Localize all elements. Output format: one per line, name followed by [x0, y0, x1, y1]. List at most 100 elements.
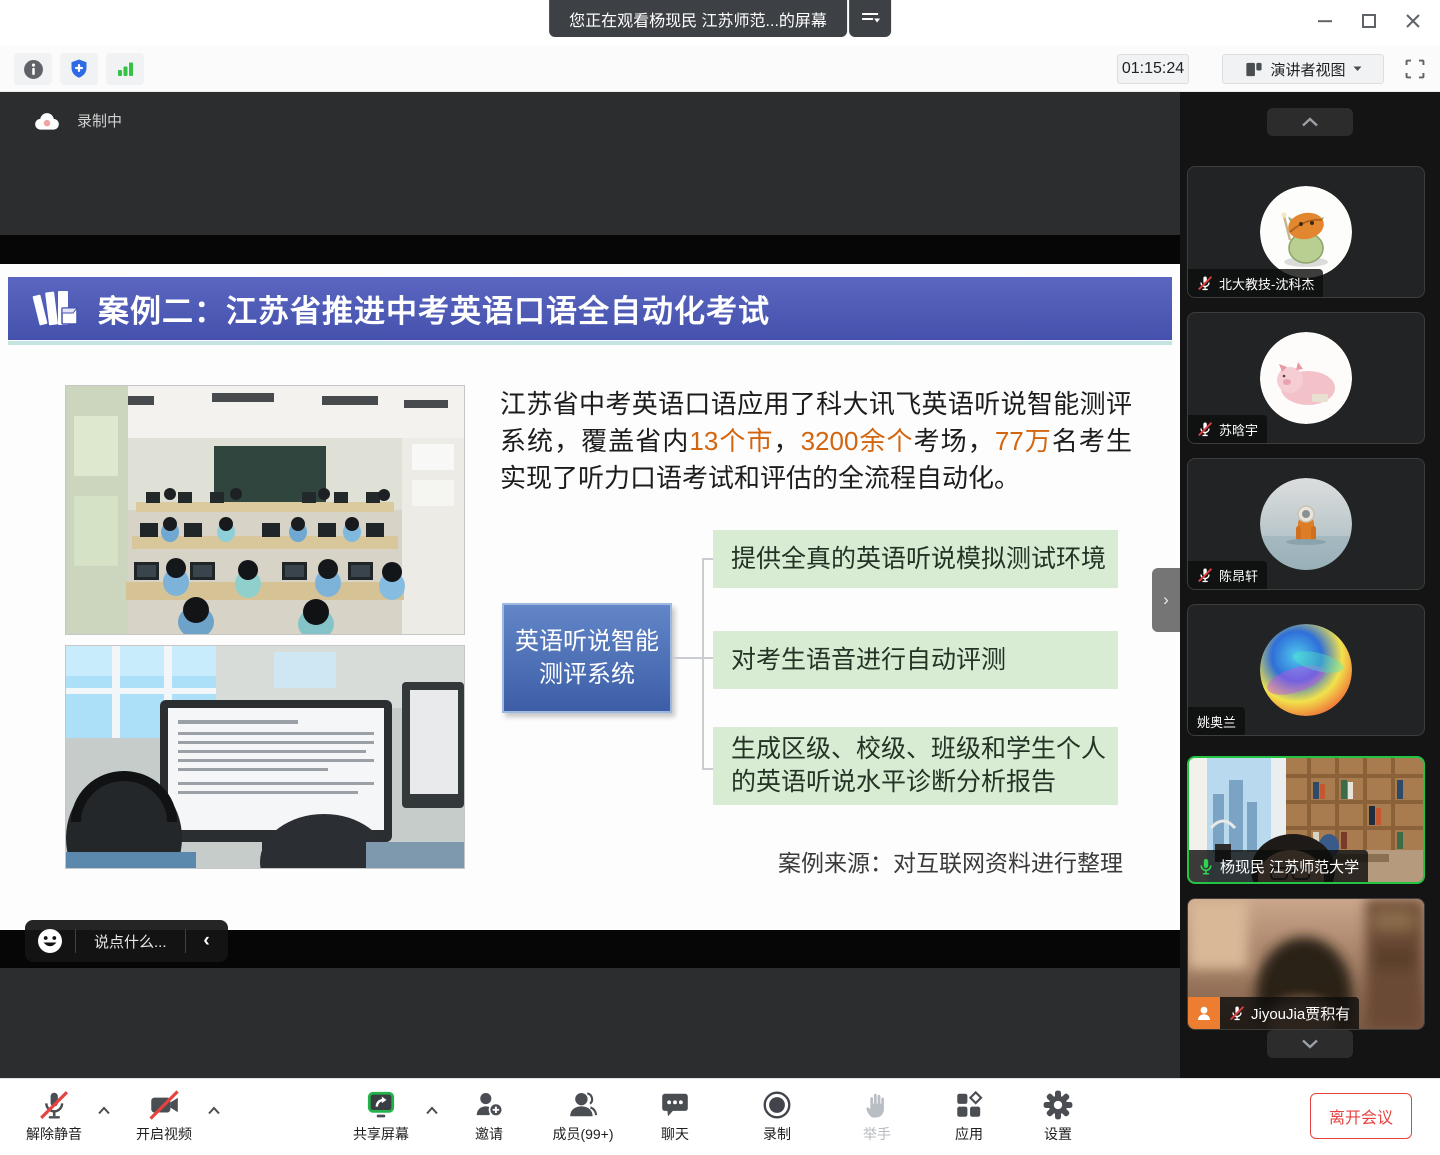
hamburger-caret-icon: [860, 11, 880, 27]
start-video-button[interactable]: 开启视频: [122, 1087, 206, 1144]
mic-muted-icon: [1197, 275, 1213, 291]
meeting-timer: 01:15:24: [1117, 54, 1189, 84]
leave-meeting-button[interactable]: 离开会议: [1310, 1093, 1412, 1139]
raise-hand-button[interactable]: 举手: [835, 1087, 919, 1144]
classroom-photo-2: [65, 645, 465, 869]
meeting-info-button[interactable]: [14, 53, 52, 85]
highlight-3200-rooms: 3200余个: [801, 426, 914, 456]
raise-hand-icon: [862, 1090, 892, 1120]
banner-menu-button[interactable]: [849, 0, 891, 37]
meeting-toolbar: 01:15:24 演讲者视图: [0, 45, 1440, 92]
avatar: [1260, 332, 1352, 424]
raise-hand-label: 举手: [835, 1124, 919, 1144]
participant-tile[interactable]: 姚奥兰: [1187, 604, 1425, 736]
meeting-timer-value: 01:15:24: [1122, 60, 1184, 78]
chevron-down-icon: [1301, 1039, 1319, 1049]
participants-scroll-up-button[interactable]: [1267, 108, 1353, 136]
chat-input-placeholder[interactable]: 说点什么...: [88, 931, 173, 952]
mic-muted-icon: [38, 1089, 70, 1121]
view-mode-dropdown[interactable]: 演讲者视图: [1222, 54, 1384, 84]
highlight-770k: 77万: [995, 426, 1052, 456]
feature-box-2: 对考生语音进行自动评测: [713, 631, 1118, 689]
meeting-app-window: 您正在观看杨现民 江苏师范...的屏幕: [0, 0, 1440, 1155]
quick-chat-bar: 说点什么... ‹: [25, 920, 228, 962]
slide-paragraph: 江苏省中考英语口语应用了科大讯飞英语听说智能测评系统，覆盖省内13个市，3200…: [500, 386, 1132, 497]
fullscreen-button[interactable]: [1398, 53, 1432, 85]
slide-header-bar: 案例二：江苏省推进中考英语口语全自动化考试: [8, 277, 1172, 340]
mic-muted-icon: [1197, 567, 1213, 583]
start-video-label: 开启视频: [122, 1124, 206, 1144]
chevron-up-icon: [97, 1106, 111, 1115]
shield-plus-icon: [68, 58, 90, 80]
video-options-chevron[interactable]: [207, 1103, 221, 1118]
security-button[interactable]: [60, 53, 98, 85]
avatar: [1260, 624, 1352, 716]
maximize-icon: [1358, 10, 1380, 32]
participant-name: 姚奥兰: [1197, 712, 1236, 731]
chevron-up-icon: [425, 1106, 439, 1115]
members-button[interactable]: 成员(99+): [536, 1087, 630, 1144]
minimize-button[interactable]: [1306, 6, 1344, 36]
settings-gear-icon: [1042, 1089, 1074, 1121]
record-button[interactable]: 录制: [735, 1087, 819, 1144]
system-box-line2: 测评系统: [539, 658, 635, 691]
person-icon: [1195, 1004, 1213, 1022]
apps-icon: [953, 1089, 985, 1121]
record-label: 录制: [735, 1124, 819, 1144]
share-options-chevron[interactable]: [425, 1103, 439, 1118]
invite-icon: [473, 1089, 505, 1121]
apps-label: 应用: [927, 1124, 1011, 1144]
participant-tile[interactable]: 陈昂轩: [1187, 458, 1425, 590]
maximize-button[interactable]: [1350, 6, 1388, 36]
emoji-icon[interactable]: [37, 928, 63, 954]
paragraph-text: 考场，: [914, 426, 995, 456]
sidebar-collapse-handle[interactable]: ›: [1152, 568, 1180, 632]
invite-label: 邀请: [447, 1124, 531, 1144]
members-label: 成员(99+): [536, 1124, 630, 1144]
presentation-slide: 案例二：江苏省推进中考英语口语全自动化考试: [0, 264, 1180, 930]
recording-label: 录制中: [77, 110, 122, 131]
minimize-icon: [1314, 10, 1336, 32]
chat-button[interactable]: 聊天: [633, 1087, 717, 1144]
participant-tile-speaking[interactable]: 杨现民 江苏师范大学: [1187, 756, 1425, 884]
avatar: [1260, 478, 1352, 570]
feature-2-text: 对考生语音进行自动评测: [731, 644, 1006, 677]
cloud-recording-icon: [33, 111, 61, 131]
participant-name: 苏晗宇: [1219, 420, 1258, 439]
invite-button[interactable]: 邀请: [447, 1087, 531, 1144]
apps-button[interactable]: 应用: [927, 1087, 1011, 1144]
host-badge: [1188, 997, 1220, 1029]
paragraph-text: ，: [774, 426, 801, 456]
divider: [75, 929, 76, 953]
info-icon: [23, 59, 44, 80]
participant-name-tag: JiyouJia贾积有: [1220, 997, 1359, 1029]
slide-header-underline: [8, 341, 1172, 345]
chat-collapse-chevron[interactable]: ‹: [198, 930, 216, 952]
unmute-button[interactable]: 解除静音: [12, 1087, 96, 1144]
divider: [185, 929, 186, 953]
close-button[interactable]: [1394, 6, 1432, 36]
participant-name-tag: 陈昂轩: [1188, 561, 1267, 589]
mic-muted-icon: [1197, 421, 1213, 437]
share-screen-button[interactable]: 共享屏幕: [339, 1087, 423, 1144]
participant-tile[interactable]: 苏晗宇: [1187, 312, 1425, 444]
participant-name: 杨现民 江苏师范大学: [1220, 856, 1359, 877]
chevron-down-icon: [1353, 66, 1362, 72]
shared-screen-view: 录制中 案例二：江苏省推进中考英语口语全自动化考试: [0, 92, 1180, 1078]
network-status-button[interactable]: [106, 53, 144, 85]
connector-top: [702, 558, 713, 560]
audio-options-chevron[interactable]: [97, 1103, 111, 1118]
participants-scroll-down-button[interactable]: [1267, 1030, 1353, 1058]
feature-3-text: 生成区级、校级、班级和学生个人的英语听说水平诊断分析报告: [731, 733, 1118, 799]
feature-1-text: 提供全真的英语听说模拟测试环境: [731, 543, 1106, 576]
avatar: [1260, 186, 1352, 278]
settings-button[interactable]: 设置: [1016, 1087, 1100, 1144]
participant-tile[interactable]: 北大教技-沈科杰: [1187, 166, 1425, 298]
participant-name: 北大教技-沈科杰: [1219, 274, 1314, 293]
chevron-up-icon: [1301, 117, 1319, 127]
watching-screen-title: 您正在观看杨现民 江苏师范...的屏幕: [569, 7, 827, 31]
bottom-toolbar: 解除静音 开启视频: [0, 1078, 1440, 1155]
slide-title: 案例二：江苏省推进中考英语口语全自动化考试: [98, 286, 770, 331]
chat-label: 聊天: [633, 1124, 717, 1144]
participant-tile[interactable]: JiyouJia贾积有: [1187, 898, 1425, 1030]
